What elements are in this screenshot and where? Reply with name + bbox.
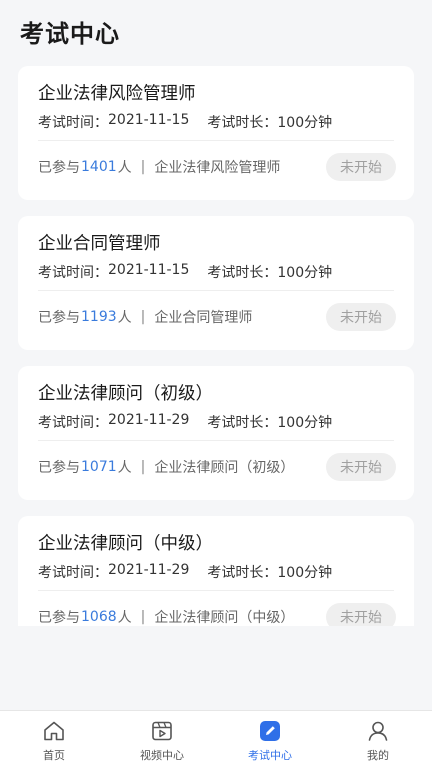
exam-meta: 考试时间： 2021-11-15 考试时长： 100分钟 xyxy=(38,112,332,132)
card-divider xyxy=(38,290,394,291)
exam-title: 企业法律风险管理师 xyxy=(38,84,196,104)
participant-count: 1068 xyxy=(81,609,117,625)
tab-label: 考试中心 xyxy=(248,749,292,762)
status-button[interactable]: 未开始 xyxy=(326,603,396,626)
exam-time-label: 考试时间： xyxy=(38,565,108,581)
exam-footer: 已参与 1401 人 | 企业法律风险管理师 xyxy=(38,157,280,177)
joined-prefix: 已参与 xyxy=(38,610,80,626)
exam-footer: 已参与 1068 人 | 企业法律顾问（中级） xyxy=(38,607,294,626)
joined-suffix: 人 xyxy=(117,610,132,626)
exam-title: 企业合同管理师 xyxy=(38,234,161,254)
exam-footer: 已参与 1071 人 | 企业法律顾问（初级） xyxy=(38,457,294,477)
exam-category: 企业法律顾问（初级） xyxy=(154,460,295,476)
card-divider xyxy=(38,590,394,591)
bottom-tab-bar: 首页 视频中心 考试中心 我的 xyxy=(0,710,432,768)
joined-suffix: 人 xyxy=(117,460,132,476)
video-icon xyxy=(152,721,172,741)
card-divider xyxy=(38,140,394,141)
profile-icon xyxy=(368,721,388,741)
joined-suffix: 人 xyxy=(117,310,132,326)
exam-duration-label: 考试时长： xyxy=(207,115,278,131)
status-button[interactable]: 未开始 xyxy=(326,153,396,181)
exam-duration-label: 考试时长： xyxy=(207,265,278,281)
exam-title: 企业法律顾问（初级） xyxy=(38,384,213,404)
tab-home[interactable]: 首页 xyxy=(0,711,108,768)
exam-duration: 100分钟 xyxy=(277,115,333,131)
joined-prefix: 已参与 xyxy=(38,160,80,176)
participant-count: 1071 xyxy=(81,459,117,475)
tab-label: 视频中心 xyxy=(140,749,184,762)
exam-meta: 考试时间： 2021-11-29 考试时长： 100分钟 xyxy=(38,412,332,432)
card-divider xyxy=(38,440,394,441)
tab-video-center[interactable]: 视频中心 xyxy=(108,711,216,768)
exam-date: 2021-11-29 xyxy=(108,412,190,428)
joined-prefix: 已参与 xyxy=(38,460,80,476)
exam-time-label: 考试时间： xyxy=(38,265,108,281)
exam-category: 企业合同管理师 xyxy=(154,310,253,326)
joined-prefix: 已参与 xyxy=(38,310,80,326)
status-button[interactable]: 未开始 xyxy=(326,303,396,331)
exam-duration-label: 考试时长： xyxy=(207,565,278,581)
exam-time-label: 考试时间： xyxy=(38,115,108,131)
exam-date: 2021-11-15 xyxy=(108,262,190,278)
exam-duration-label: 考试时长： xyxy=(207,415,278,431)
exam-title: 企业法律顾问（中级） xyxy=(38,534,213,554)
exam-time-label: 考试时间： xyxy=(38,415,108,431)
separator: | xyxy=(140,159,146,175)
tab-label: 首页 xyxy=(43,749,65,762)
separator: | xyxy=(140,309,146,325)
exam-date: 2021-11-15 xyxy=(108,112,190,128)
tab-exam-center[interactable]: 考试中心 xyxy=(216,711,324,768)
separator: | xyxy=(140,459,146,475)
tab-label: 我的 xyxy=(367,749,389,762)
exam-duration: 100分钟 xyxy=(277,415,333,431)
exam-duration: 100分钟 xyxy=(277,565,333,581)
home-icon xyxy=(44,721,64,741)
page-title: 考试中心 xyxy=(20,20,120,48)
participant-count: 1401 xyxy=(81,159,117,175)
separator: | xyxy=(140,609,146,625)
exam-card[interactable]: 企业法律顾问（初级） 考试时间： 2021-11-29 考试时长： 100分钟 … xyxy=(18,366,414,500)
exam-card[interactable]: 企业法律风险管理师 考试时间： 2021-11-15 考试时长： 100分钟 已… xyxy=(18,66,414,200)
status-button[interactable]: 未开始 xyxy=(326,453,396,481)
exam-card[interactable]: 企业法律顾问（中级） 考试时间： 2021-11-29 考试时长： 100分钟 … xyxy=(18,516,414,626)
joined-suffix: 人 xyxy=(117,160,132,176)
exam-list: 企业法律风险管理师 考试时间： 2021-11-15 考试时长： 100分钟 已… xyxy=(18,66,414,626)
exam-category: 企业法律风险管理师 xyxy=(154,160,281,176)
exam-meta: 考试时间： 2021-11-29 考试时长： 100分钟 xyxy=(38,562,332,582)
participant-count: 1193 xyxy=(81,309,117,325)
exam-meta: 考试时间： 2021-11-15 考试时长： 100分钟 xyxy=(38,262,332,282)
tab-mine[interactable]: 我的 xyxy=(324,711,432,768)
exam-date: 2021-11-29 xyxy=(108,562,190,578)
exam-category: 企业法律顾问（中级） xyxy=(154,610,295,626)
exam-card[interactable]: 企业合同管理师 考试时间： 2021-11-15 考试时长： 100分钟 已参与… xyxy=(18,216,414,350)
exam-duration: 100分钟 xyxy=(277,265,333,281)
exam-footer: 已参与 1193 人 | 企业合同管理师 xyxy=(38,307,252,327)
exam-edit-icon xyxy=(260,721,280,741)
